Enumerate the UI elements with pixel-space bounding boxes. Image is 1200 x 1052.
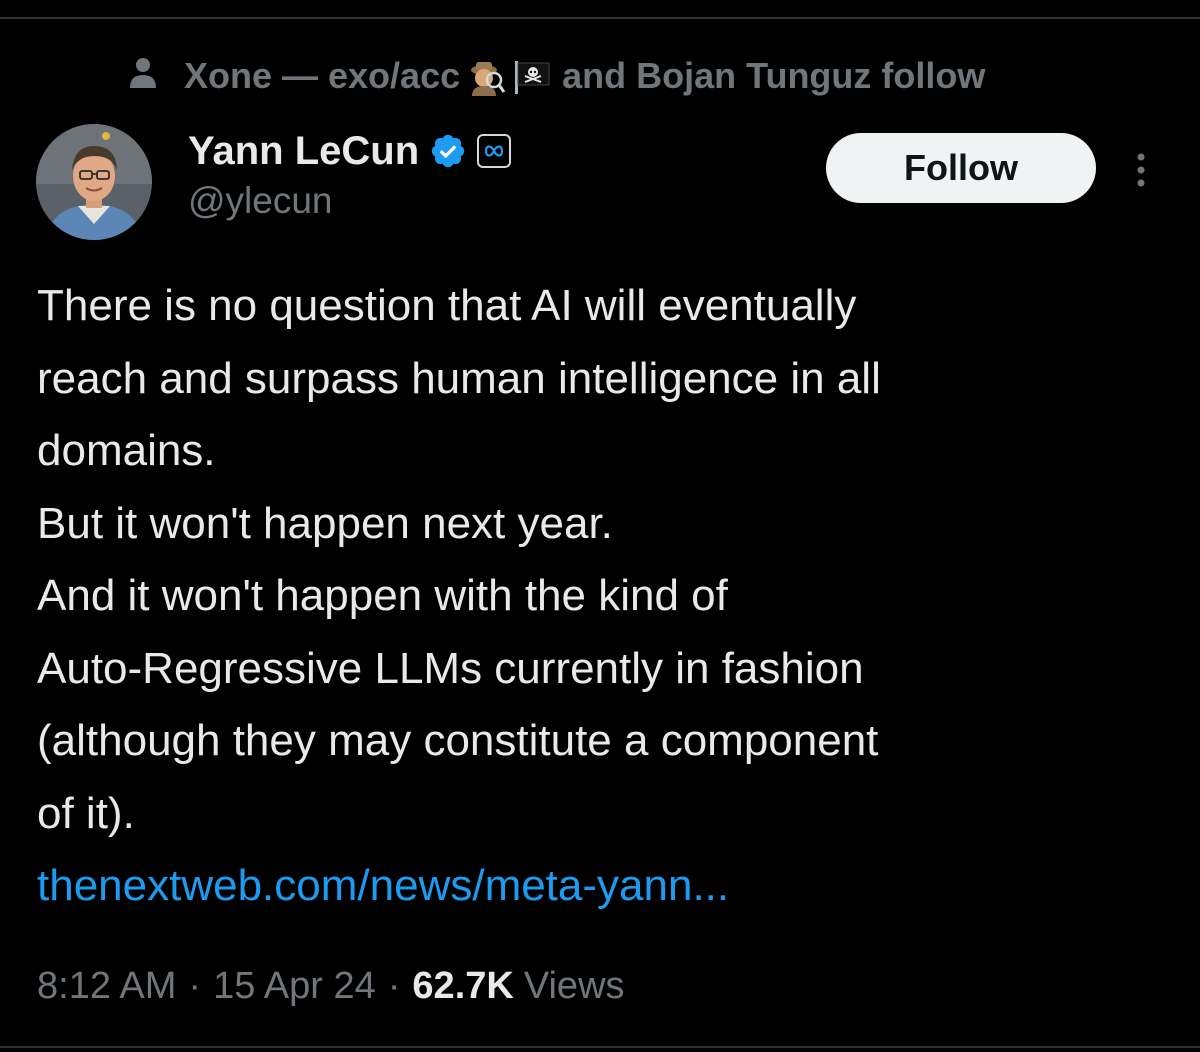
views-count[interactable]: 62.7K — [412, 965, 513, 1008]
author-name-row[interactable]: Yann LeCun — [188, 124, 512, 178]
avatar[interactable] — [36, 124, 152, 240]
top-divider — [0, 17, 1200, 19]
follow-button[interactable]: Follow — [826, 133, 1096, 203]
avatar-image — [36, 124, 152, 240]
tweet-line: reach and surpass human intelligence in … — [37, 353, 881, 403]
detective-emoji — [471, 62, 506, 96]
author-handle[interactable]: @ylecun — [188, 180, 333, 222]
pirate-flag-emoji — [515, 61, 550, 94]
tweet-line: (although they may constitute a componen… — [37, 716, 879, 765]
tweet-meta: 8:12 AM · 15 Apr 24 · 62.7K Views — [37, 958, 625, 1014]
tweet-line: But it won't happen next year. — [37, 498, 613, 548]
bottom-divider — [0, 1046, 1200, 1048]
more-options-icon[interactable] — [1128, 150, 1154, 190]
tweet-line: There is no question that AI will eventu… — [37, 281, 857, 330]
social-context-names[interactable]: Xone — exo/acc — [184, 55, 460, 97]
social-context-suffix: and Bojan Tunguz follow — [562, 55, 986, 96]
tweet-line: And it won't happen with the kind of — [37, 571, 728, 620]
meta-separator: · — [188, 964, 202, 1007]
meta-infinity-icon — [485, 145, 504, 157]
tweet-line: domains. — [37, 426, 216, 475]
tweet-time[interactable]: 8:12 AM — [37, 965, 176, 1008]
meta-logo-icon[interactable] — [477, 134, 512, 168]
person-icon — [130, 58, 156, 88]
tweet-link[interactable]: thenextweb.com/news/meta-yann... — [37, 850, 1177, 923]
verified-badge-icon — [431, 134, 465, 168]
tweet-line: of it). — [37, 788, 135, 838]
meta-separator: · — [387, 964, 401, 1007]
author-display-name[interactable]: Yann LeCun — [188, 129, 419, 174]
social-context[interactable]: Xone — exo/acc and Bojan Tunguz follow — [128, 50, 985, 102]
tweet-line: Auto-Regressive LLMs currently in fashio… — [37, 643, 864, 693]
tweet-date[interactable]: 15 Apr 24 — [213, 965, 376, 1008]
tweet-text: There is no question that AI will eventu… — [37, 270, 1177, 923]
views-label[interactable]: Views — [524, 965, 625, 1008]
